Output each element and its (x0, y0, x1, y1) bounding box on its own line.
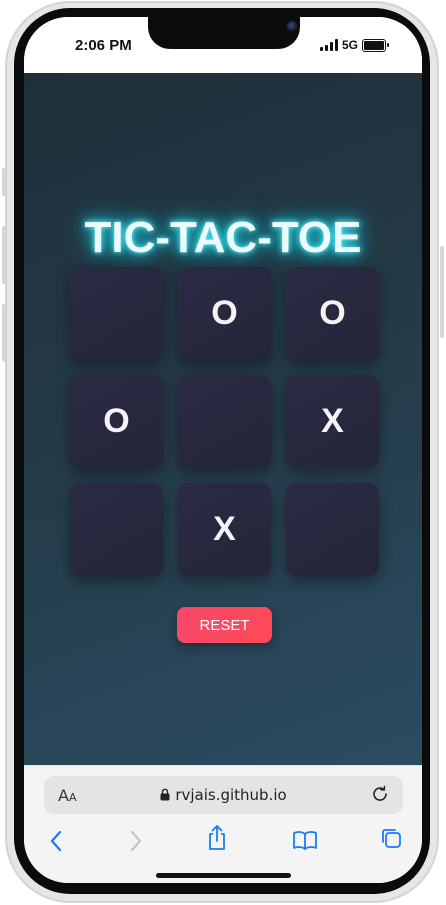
browser-toolbar (24, 824, 422, 860)
front-camera-icon (287, 21, 298, 32)
status-icons: 5G (319, 38, 389, 52)
reload-icon[interactable] (369, 783, 391, 805)
board-cell[interactable] (70, 267, 163, 360)
bookmarks-icon[interactable] (292, 830, 318, 850)
share-icon[interactable] (206, 824, 228, 852)
board-cell[interactable] (178, 375, 271, 468)
game-title: TIC-TAC-TOE (84, 213, 362, 262)
phone-screen: 2:06 PM 5G TIC-TAC-TOE O O O X X RESET A… (24, 17, 422, 883)
tabs-icon[interactable] (380, 827, 402, 849)
reset-button[interactable]: RESET (177, 607, 272, 643)
battery-icon (362, 38, 389, 52)
back-icon[interactable] (48, 828, 64, 854)
web-content: TIC-TAC-TOE O O O X X RESET (24, 73, 422, 765)
board-cell[interactable] (70, 483, 163, 576)
lock-icon (160, 788, 170, 801)
status-time: 2:06 PM (75, 37, 132, 54)
status-bar: 2:06 PM 5G (24, 17, 422, 73)
board-cell[interactable]: O (70, 375, 163, 468)
board-cell[interactable]: X (286, 375, 379, 468)
board-cell[interactable]: O (178, 267, 271, 360)
notch (148, 17, 300, 49)
power-button (440, 246, 444, 338)
board-cell[interactable]: O (286, 267, 379, 360)
signal-icon (319, 39, 338, 51)
network-type: 5G (341, 38, 358, 52)
url-text: rvjais.github.io (175, 786, 287, 804)
browser-bar: AA rvjais.github.io (24, 765, 422, 883)
address-bar[interactable]: AA rvjais.github.io (44, 776, 403, 814)
home-indicator[interactable] (156, 873, 291, 878)
board-cell[interactable]: X (178, 483, 271, 576)
forward-icon[interactable] (128, 828, 144, 854)
board-cell[interactable] (286, 483, 379, 576)
url-display[interactable]: rvjais.github.io (44, 786, 403, 804)
